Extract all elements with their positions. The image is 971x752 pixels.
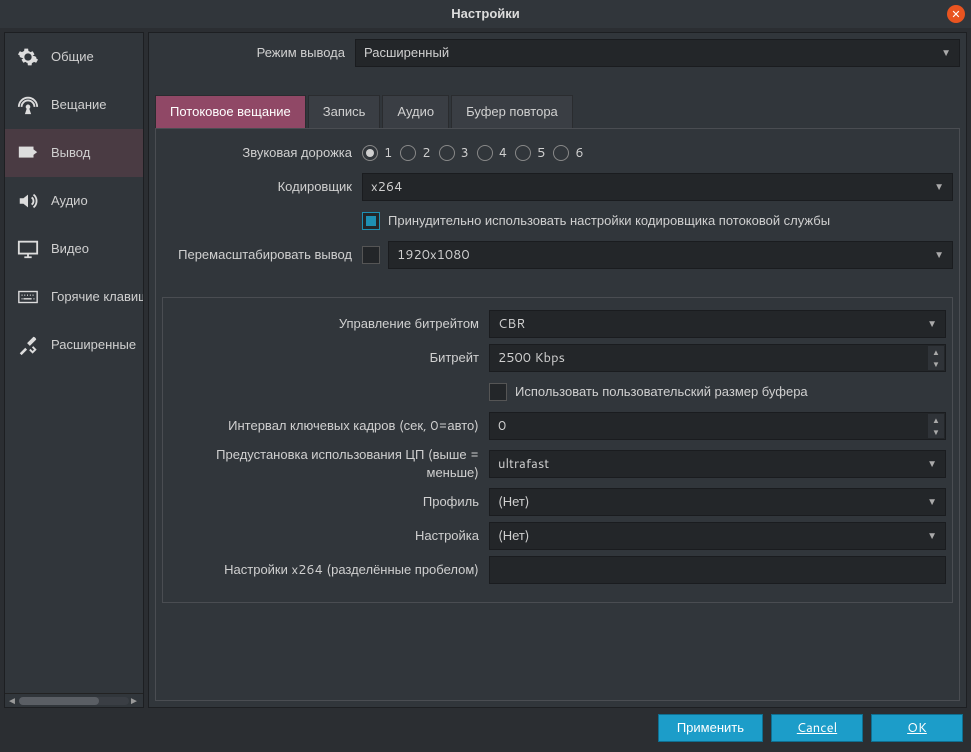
cpu-preset-label: Предустановка использования ЦП (выше = м…: [169, 446, 489, 482]
profile-label: Профиль: [169, 493, 489, 511]
keyint-value: 0: [498, 417, 506, 435]
spin-up-icon[interactable]: ▲: [928, 346, 944, 358]
chevron-down-icon: ▼: [927, 457, 937, 471]
audio-track-1[interactable]: 1: [362, 144, 392, 162]
audio-track-radios: 1 2 3 4 5 6: [362, 144, 953, 162]
audio-track-4[interactable]: 4: [477, 144, 507, 162]
cancel-button[interactable]: Cancel: [771, 714, 863, 742]
enforce-encoder-checkbox[interactable]: [362, 212, 380, 230]
broadcast-icon: [15, 93, 41, 117]
custom-buffer-label: Использовать пользовательский размер буф…: [515, 383, 808, 401]
sidebar-item-advanced[interactable]: Расширенные: [5, 321, 143, 369]
keyint-spinbox[interactable]: 0 ▲▼: [489, 412, 946, 440]
rescale-dropdown[interactable]: 1920x1080 ▼: [388, 241, 953, 269]
ok-button[interactable]: OK: [871, 714, 963, 742]
sidebar-item-general[interactable]: Общие: [5, 33, 143, 81]
cpu-preset-value: ultrafast: [498, 455, 549, 473]
encoder-dropdown[interactable]: x264 ▼: [362, 173, 953, 201]
profile-value: (Нет): [498, 493, 530, 511]
gear-icon: [15, 45, 41, 69]
window-title: Настройки: [451, 5, 520, 23]
tab-recording[interactable]: Запись: [308, 95, 381, 128]
profile-dropdown[interactable]: (Нет) ▼: [489, 488, 946, 516]
chevron-down-icon: ▼: [934, 248, 944, 262]
tab-streaming[interactable]: Потоковое вещание: [155, 95, 306, 128]
sidebar-item-audio[interactable]: Аудио: [5, 177, 143, 225]
dialog-footer: Применить Cancel OK: [0, 712, 971, 746]
rate-control-dropdown[interactable]: CBR ▼: [489, 310, 946, 338]
cpu-preset-dropdown[interactable]: ultrafast ▼: [489, 450, 946, 478]
tune-value: (Нет): [498, 527, 530, 545]
rescale-label: Перемасштабировать вывод: [162, 246, 362, 264]
bitrate-value: 2500 Kbps: [498, 349, 565, 367]
sidebar-item-label: Видео: [51, 240, 89, 258]
spin-up-icon[interactable]: ▲: [928, 414, 944, 426]
output-icon: [15, 141, 41, 165]
x264opts-input[interactable]: [489, 556, 946, 584]
output-tabs: Потоковое вещание Запись Аудио Буфер пов…: [155, 95, 960, 128]
audio-track-2[interactable]: 2: [400, 144, 430, 162]
sidebar-item-label: Расширенные: [51, 336, 136, 354]
tune-dropdown[interactable]: (Нет) ▼: [489, 522, 946, 550]
enforce-encoder-label: Принудительно использовать настройки код…: [388, 212, 830, 230]
x264opts-label: Настройки x264 (разделённые пробелом): [169, 561, 489, 579]
encoder-value: x264: [371, 178, 402, 196]
sidebar: Общие Вещание Вывод Аудио Видео Горячие …: [4, 32, 144, 708]
rescale-value: 1920x1080: [397, 246, 470, 264]
sidebar-item-stream[interactable]: Вещание: [5, 81, 143, 129]
sidebar-item-label: Аудио: [51, 192, 88, 210]
tune-label: Настройка: [169, 527, 489, 545]
rescale-checkbox[interactable]: [362, 246, 380, 264]
tab-audio[interactable]: Аудио: [382, 95, 449, 128]
spin-down-icon[interactable]: ▼: [928, 358, 944, 370]
monitor-icon: [15, 237, 41, 261]
bitrate-spinbox[interactable]: 2500 Kbps ▲▼: [489, 344, 946, 372]
sidebar-item-output[interactable]: Вывод: [5, 129, 143, 177]
sidebar-scrollbar[interactable]: ◄ ►: [5, 693, 143, 707]
rate-control-value: CBR: [498, 315, 525, 333]
speaker-icon: [15, 189, 41, 213]
chevron-down-icon: ▼: [934, 180, 944, 194]
tab-panel-streaming: Звуковая дорожка 1 2 3 4 5 6 Кодировщик …: [155, 128, 960, 701]
chevron-down-icon: ▼: [927, 317, 937, 331]
scroll-left-icon[interactable]: ◄: [7, 694, 19, 708]
apply-button[interactable]: Применить: [658, 714, 763, 742]
output-mode-label: Режим вывода: [155, 44, 355, 62]
sidebar-item-video[interactable]: Видео: [5, 225, 143, 273]
sidebar-item-label: Вещание: [51, 96, 107, 114]
keyint-label: Интервал ключевых кадров (сек, 0=авто): [169, 417, 489, 435]
sidebar-item-label: Вывод: [51, 144, 90, 162]
audio-track-3[interactable]: 3: [439, 144, 469, 162]
chevron-down-icon: ▼: [941, 46, 951, 60]
chevron-down-icon: ▼: [927, 529, 937, 543]
encoder-label: Кодировщик: [162, 178, 362, 196]
bitrate-label: Битрейт: [169, 349, 489, 367]
sidebar-item-hotkeys[interactable]: Горячие клавиши: [5, 273, 143, 321]
sidebar-item-label: Горячие клавиши: [51, 288, 143, 306]
tab-replay-buffer[interactable]: Буфер повтора: [451, 95, 573, 128]
output-mode-value: Расширенный: [364, 44, 449, 62]
keyboard-icon: [15, 285, 41, 309]
close-button[interactable]: ✕: [947, 5, 965, 23]
output-mode-dropdown[interactable]: Расширенный ▼: [355, 39, 960, 67]
audio-track-label: Звуковая дорожка: [162, 144, 362, 162]
audio-track-5[interactable]: 5: [515, 144, 545, 162]
titlebar: Настройки ✕: [0, 0, 971, 28]
spin-down-icon[interactable]: ▼: [928, 426, 944, 438]
encoder-settings-section: Управление битрейтом CBR ▼ Битрейт 2500 …: [162, 297, 953, 603]
audio-track-6[interactable]: 6: [553, 144, 583, 162]
sidebar-item-label: Общие: [51, 48, 94, 66]
main-panel: Режим вывода Расширенный ▼ Потоковое вещ…: [148, 32, 967, 708]
tools-icon: [15, 333, 41, 357]
scroll-right-icon[interactable]: ►: [129, 694, 141, 708]
chevron-down-icon: ▼: [927, 495, 937, 509]
custom-buffer-checkbox[interactable]: [489, 383, 507, 401]
rate-control-label: Управление битрейтом: [169, 315, 489, 333]
